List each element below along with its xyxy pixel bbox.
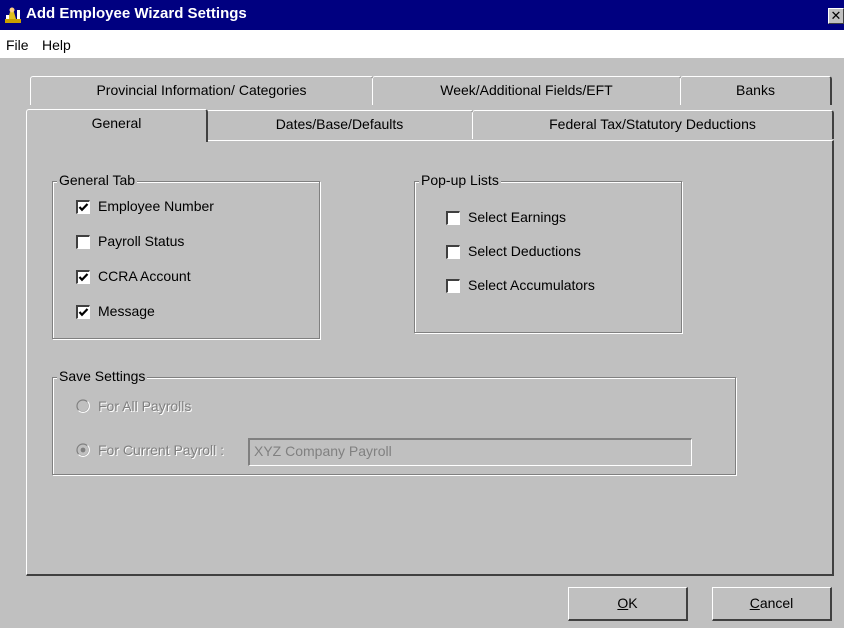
checkbox-label: Payroll Status bbox=[98, 233, 185, 249]
cancel-label: ancel bbox=[759, 595, 794, 611]
tab-banks[interactable]: Banks bbox=[680, 76, 832, 105]
checkbox-label: Select Accumulators bbox=[468, 277, 595, 293]
checkbox-label: Select Deductions bbox=[468, 243, 581, 259]
window-title: Add Employee Wizard Settings bbox=[26, 5, 247, 22]
checkbox-box[interactable] bbox=[76, 235, 90, 249]
radio-button[interactable] bbox=[76, 443, 90, 457]
checkbox-box[interactable] bbox=[76, 200, 90, 214]
checkbox-label: Employee Number bbox=[98, 198, 214, 214]
current-payroll-name-field[interactable]: XYZ Company Payroll bbox=[248, 438, 692, 466]
checkmark-icon bbox=[78, 308, 89, 317]
checkbox-box[interactable] bbox=[446, 279, 460, 293]
checkbox-label: CCRA Account bbox=[98, 268, 191, 284]
close-button[interactable]: ✕ bbox=[828, 8, 844, 24]
cancel-accelerator: C bbox=[749, 595, 760, 611]
checkbox-label: Select Earnings bbox=[468, 209, 567, 225]
radio-label: For Current Payroll : bbox=[98, 442, 225, 458]
checkbox-box[interactable] bbox=[76, 305, 90, 319]
menu-help[interactable]: Help bbox=[42, 37, 71, 53]
title-bar: Add Employee Wizard Settings ✕ bbox=[0, 0, 844, 30]
checkbox-label: Message bbox=[98, 303, 155, 319]
cancel-button[interactable]: Cancel bbox=[712, 587, 832, 621]
radio-button[interactable] bbox=[76, 399, 90, 413]
checkbox-box[interactable] bbox=[446, 211, 460, 225]
checkbox-box[interactable] bbox=[446, 245, 460, 259]
save-settings-group-label: Save Settings bbox=[57, 368, 148, 384]
radio-label: For All Payrolls bbox=[98, 398, 192, 414]
tab-week-additional-fields-eft[interactable]: Week/Additional Fields/EFT bbox=[372, 76, 682, 105]
app-icon bbox=[4, 6, 22, 24]
menu-file[interactable]: File bbox=[6, 37, 29, 53]
checkmark-icon bbox=[78, 273, 89, 282]
checkmark-icon bbox=[78, 203, 89, 212]
ok-button[interactable]: OK bbox=[568, 587, 688, 621]
tab-general[interactable]: General bbox=[26, 109, 208, 142]
ok-accelerator: O bbox=[617, 595, 629, 611]
general-tab-group-label: General Tab bbox=[57, 172, 138, 188]
tab-dates-base-defaults[interactable]: Dates/Base/Defaults bbox=[206, 110, 474, 139]
tab-federal-tax-statutory-deductions[interactable]: Federal Tax/Statutory Deductions bbox=[472, 110, 834, 139]
menu-bar: File Help bbox=[0, 30, 844, 58]
ok-label: K bbox=[628, 595, 638, 611]
tab-provincial-information-categories[interactable]: Provincial Information/ Categories bbox=[30, 76, 374, 105]
checkbox-box[interactable] bbox=[76, 270, 90, 284]
popup-lists-group-label: Pop-up Lists bbox=[419, 172, 501, 188]
